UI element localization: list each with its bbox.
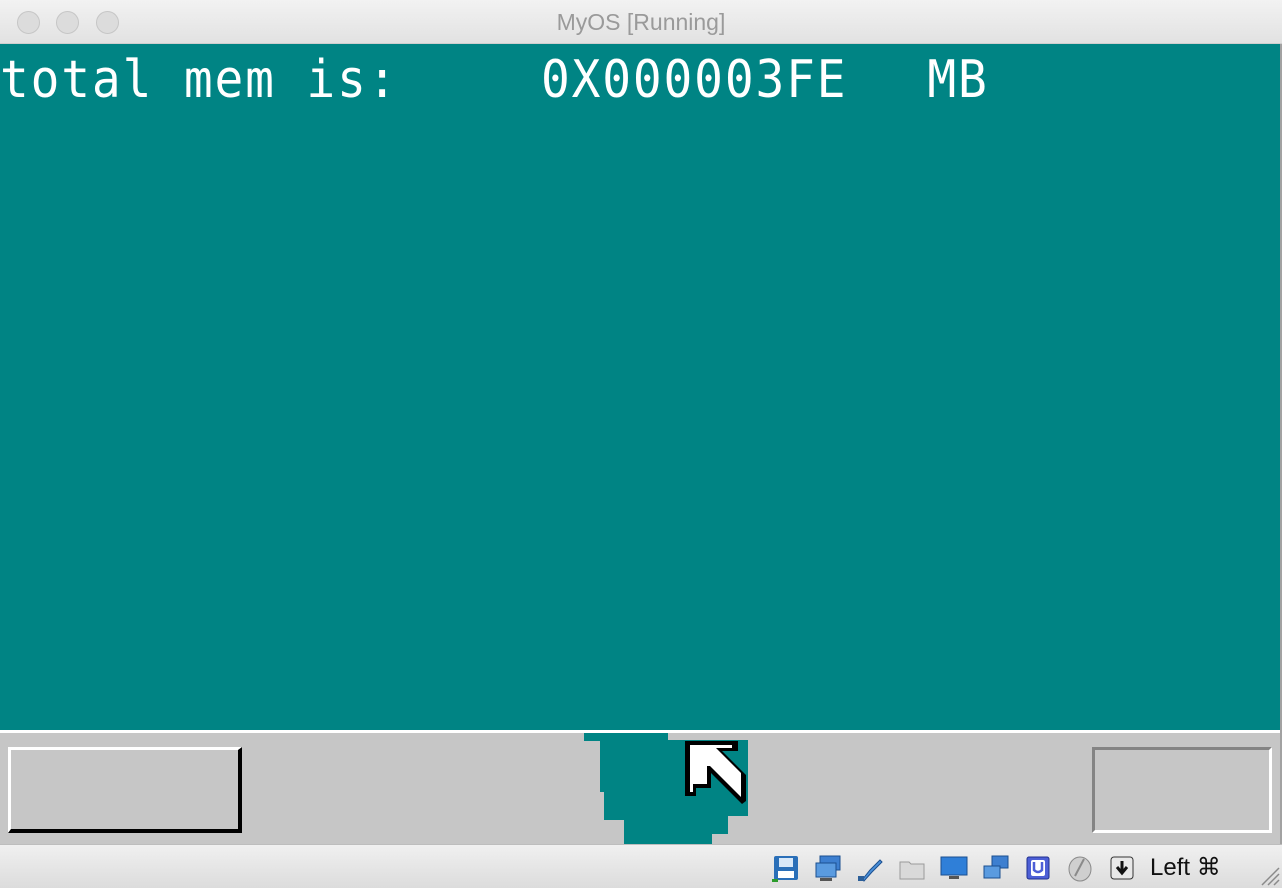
window-title-bar[interactable]: MyOS [Running] — [0, 0, 1282, 44]
cursor-layer — [584, 733, 748, 844]
host-key-label: Left ⌘ — [1150, 854, 1221, 881]
display-icon[interactable] — [940, 854, 968, 882]
usb-icon[interactable] — [856, 854, 884, 882]
keyboard-capture-icon[interactable] — [1108, 854, 1136, 882]
window-title: MyOS [Running] — [556, 9, 726, 35]
mouse-integration-icon[interactable] — [1066, 854, 1094, 882]
vm-guest-screen[interactable]: total mem is: 0X000003FE MB — [0, 44, 1280, 844]
network-icon[interactable] — [982, 854, 1010, 882]
vm-status-bar: Left ⌘ — [0, 844, 1282, 888]
video-capture-icon[interactable] — [1024, 854, 1052, 882]
resize-grip-icon[interactable] — [1258, 864, 1280, 886]
hard-disk-icon[interactable] — [772, 854, 800, 882]
optical-drive-icon[interactable] — [814, 854, 842, 882]
shared-folders-icon[interactable] — [898, 854, 926, 882]
